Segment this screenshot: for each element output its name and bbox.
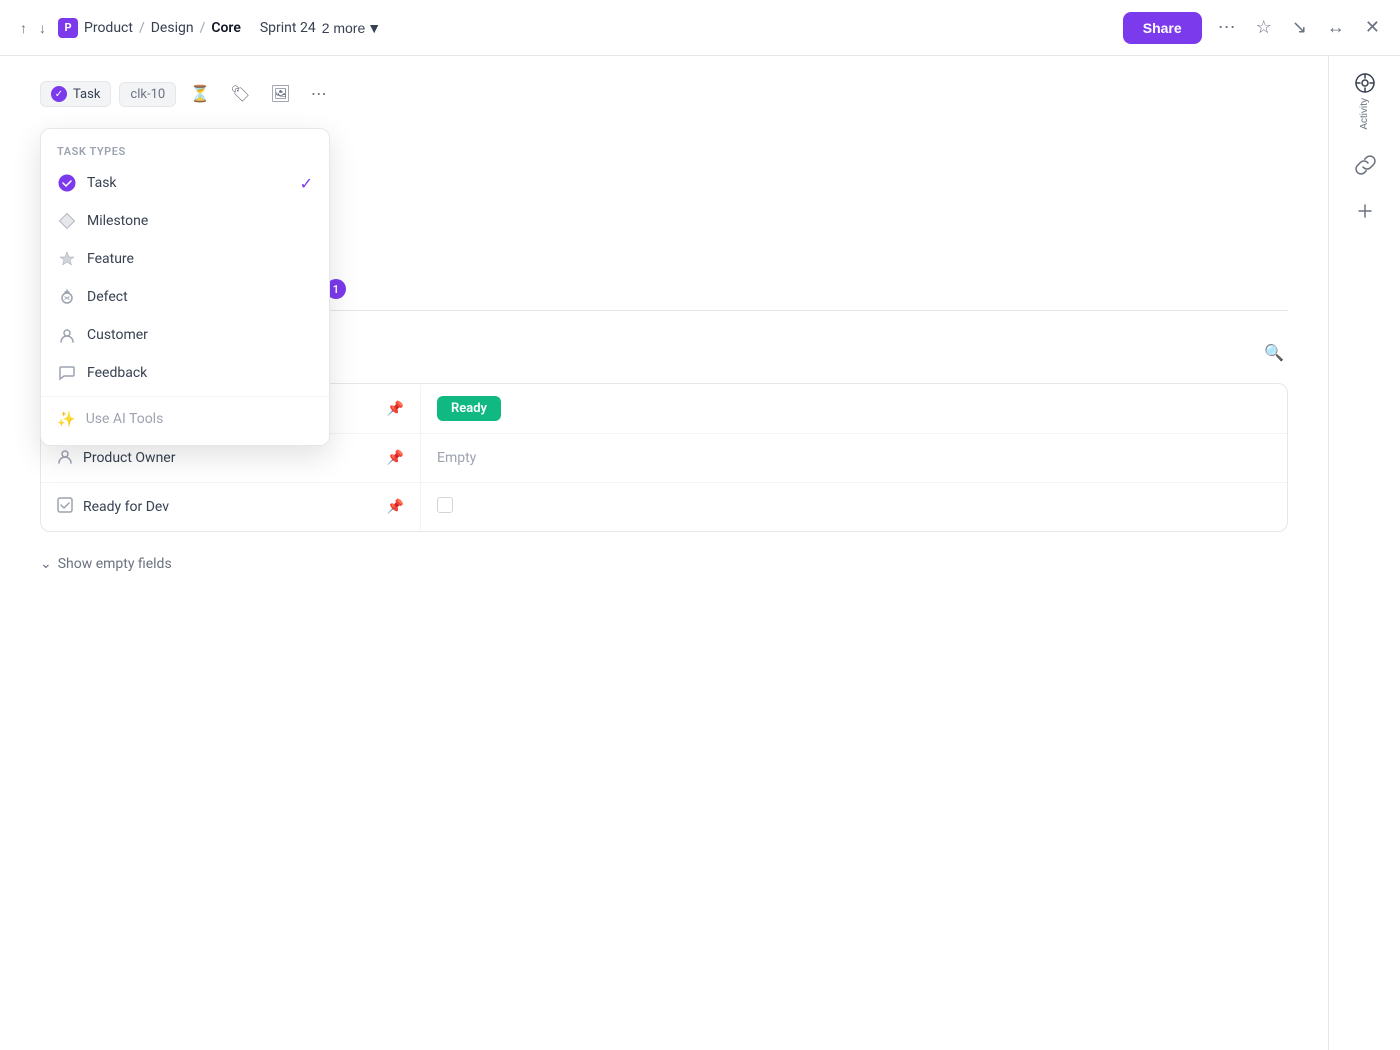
nav-up-button[interactable]: ↑ [16, 16, 31, 40]
breadcrumb: P Product / Design / Core Sprint 24 2 mo… [58, 18, 381, 38]
feature-item-label: Feature [87, 251, 134, 267]
breadcrumb-sep-3 [247, 20, 254, 36]
image-icon-button[interactable]: 🖼 [264, 80, 296, 108]
share-button[interactable]: Share [1123, 12, 1202, 44]
more-icon-button[interactable]: ⋯ [305, 80, 333, 108]
task-selected-check: ✓ [300, 174, 313, 193]
task-label: Task [73, 87, 100, 102]
defect-item-label: Defect [87, 289, 128, 305]
star-button[interactable]: ☆ [1252, 13, 1276, 42]
milestone-icon [57, 211, 77, 231]
ready-for-dev-pin-icon: 📌 [387, 499, 404, 515]
activity-button[interactable]: Activity [1354, 72, 1376, 130]
dropdown-item-defect[interactable]: Defect [41, 278, 329, 316]
top-bar-left: ↑ ↓ P Product / Design / Core Sprint 24 … [16, 16, 381, 40]
ready-for-dev-checkbox[interactable] [437, 497, 453, 513]
milestone-item-label: Milestone [87, 213, 148, 229]
breadcrumb-more-button[interactable]: 2 more ▼ [322, 20, 381, 36]
task-type-dropdown: Task types Task ✓ [40, 128, 330, 446]
ai-icon: ✨ [57, 410, 76, 428]
breadcrumb-design[interactable]: Design [151, 20, 194, 36]
show-empty-fields[interactable]: ⌄ Show empty fields [40, 548, 1288, 580]
activity-label: Activity [1359, 98, 1370, 130]
close-button[interactable]: ✕ [1361, 13, 1384, 42]
right-sidebar: Activity [1328, 56, 1400, 1050]
show-empty-fields-label: Show empty fields [58, 556, 172, 572]
feedback-item-label: Feedback [87, 365, 147, 381]
link-button[interactable] [1354, 154, 1376, 176]
dropdown-divider [41, 396, 329, 397]
task-type-check-icon [57, 173, 77, 193]
nav-arrows: ↑ ↓ [16, 16, 50, 40]
product-owner-empty: Empty [437, 450, 476, 466]
more-options-button[interactable]: ⋯ [1214, 13, 1240, 42]
dropdown-item-feedback[interactable]: Feedback [41, 354, 329, 392]
nav-down-button[interactable]: ↓ [35, 16, 50, 40]
ready-for-dev-icon [57, 497, 73, 517]
defect-icon [57, 287, 77, 307]
epd-pin-icon: 📌 [387, 401, 404, 417]
ai-tools-label: Use AI Tools [86, 411, 164, 427]
breadcrumb-core[interactable]: Core [211, 20, 241, 36]
customer-icon [57, 325, 77, 345]
content-area: ✓ Task clk-10 ⏳ 🏷 🖼 ⋯ Task types [0, 56, 1328, 1050]
main-layout: ✓ Task clk-10 ⏳ 🏷 🖼 ⋯ Task types [0, 56, 1400, 1050]
feedback-icon [57, 363, 77, 383]
task-check-icon: ✓ [51, 86, 67, 102]
field-value-epd[interactable]: Ready [421, 384, 1287, 433]
dropdown-item-task[interactable]: Task ✓ [41, 164, 329, 202]
task-id-badge: clk-10 [119, 82, 176, 107]
field-row-ready-for-dev: Ready for Dev 📌 [41, 483, 1287, 531]
product-owner-label: Product Owner [83, 450, 175, 466]
field-label-ready-for-dev: Ready for Dev 📌 [41, 483, 421, 531]
download-button[interactable]: ↘ [1288, 13, 1311, 42]
task-item-label: Task [87, 175, 117, 191]
collapse-button[interactable]: ↔ [1323, 13, 1349, 42]
field-value-product-owner[interactable]: Empty [421, 438, 1287, 478]
ready-for-dev-label: Ready for Dev [83, 499, 169, 515]
tag-icon-button[interactable]: 🏷 [224, 80, 256, 108]
product-owner-icon [57, 448, 73, 468]
dropdown-title: Task types [41, 137, 329, 164]
ai-tools-item[interactable]: ✨ Use AI Tools [41, 401, 329, 437]
dropdown-item-milestone[interactable]: Milestone [41, 202, 329, 240]
customer-item-label: Customer [87, 327, 148, 343]
task-type-button[interactable]: ✓ Task [40, 81, 111, 107]
field-value-ready-for-dev[interactable] [421, 485, 1287, 529]
timer-icon-button[interactable]: ⏳ [184, 80, 216, 108]
product-owner-pin-icon: 📌 [387, 450, 404, 466]
feature-icon [57, 249, 77, 269]
dropdown-item-feature[interactable]: Feature [41, 240, 329, 278]
breadcrumb-product[interactable]: Product [84, 20, 133, 36]
add-button[interactable] [1354, 200, 1376, 222]
toolbar: ✓ Task clk-10 ⏳ 🏷 🖼 ⋯ Task types [40, 80, 1288, 108]
top-bar-right: Share ⋯ ☆ ↘ ↔ ✕ [1123, 12, 1384, 44]
custom-fields-search-button[interactable]: 🔍 [1260, 339, 1288, 367]
chevron-down-icon: ⌄ [40, 556, 52, 572]
ready-badge: Ready [437, 396, 501, 421]
breadcrumb-sep-1: / [139, 20, 145, 36]
breadcrumb-sprint[interactable]: Sprint 24 [260, 20, 316, 36]
breadcrumb-sep-2: / [200, 20, 206, 36]
top-bar: ↑ ↓ P Product / Design / Core Sprint 24 … [0, 0, 1400, 56]
product-icon: P [58, 18, 78, 38]
dropdown-item-customer[interactable]: Customer [41, 316, 329, 354]
